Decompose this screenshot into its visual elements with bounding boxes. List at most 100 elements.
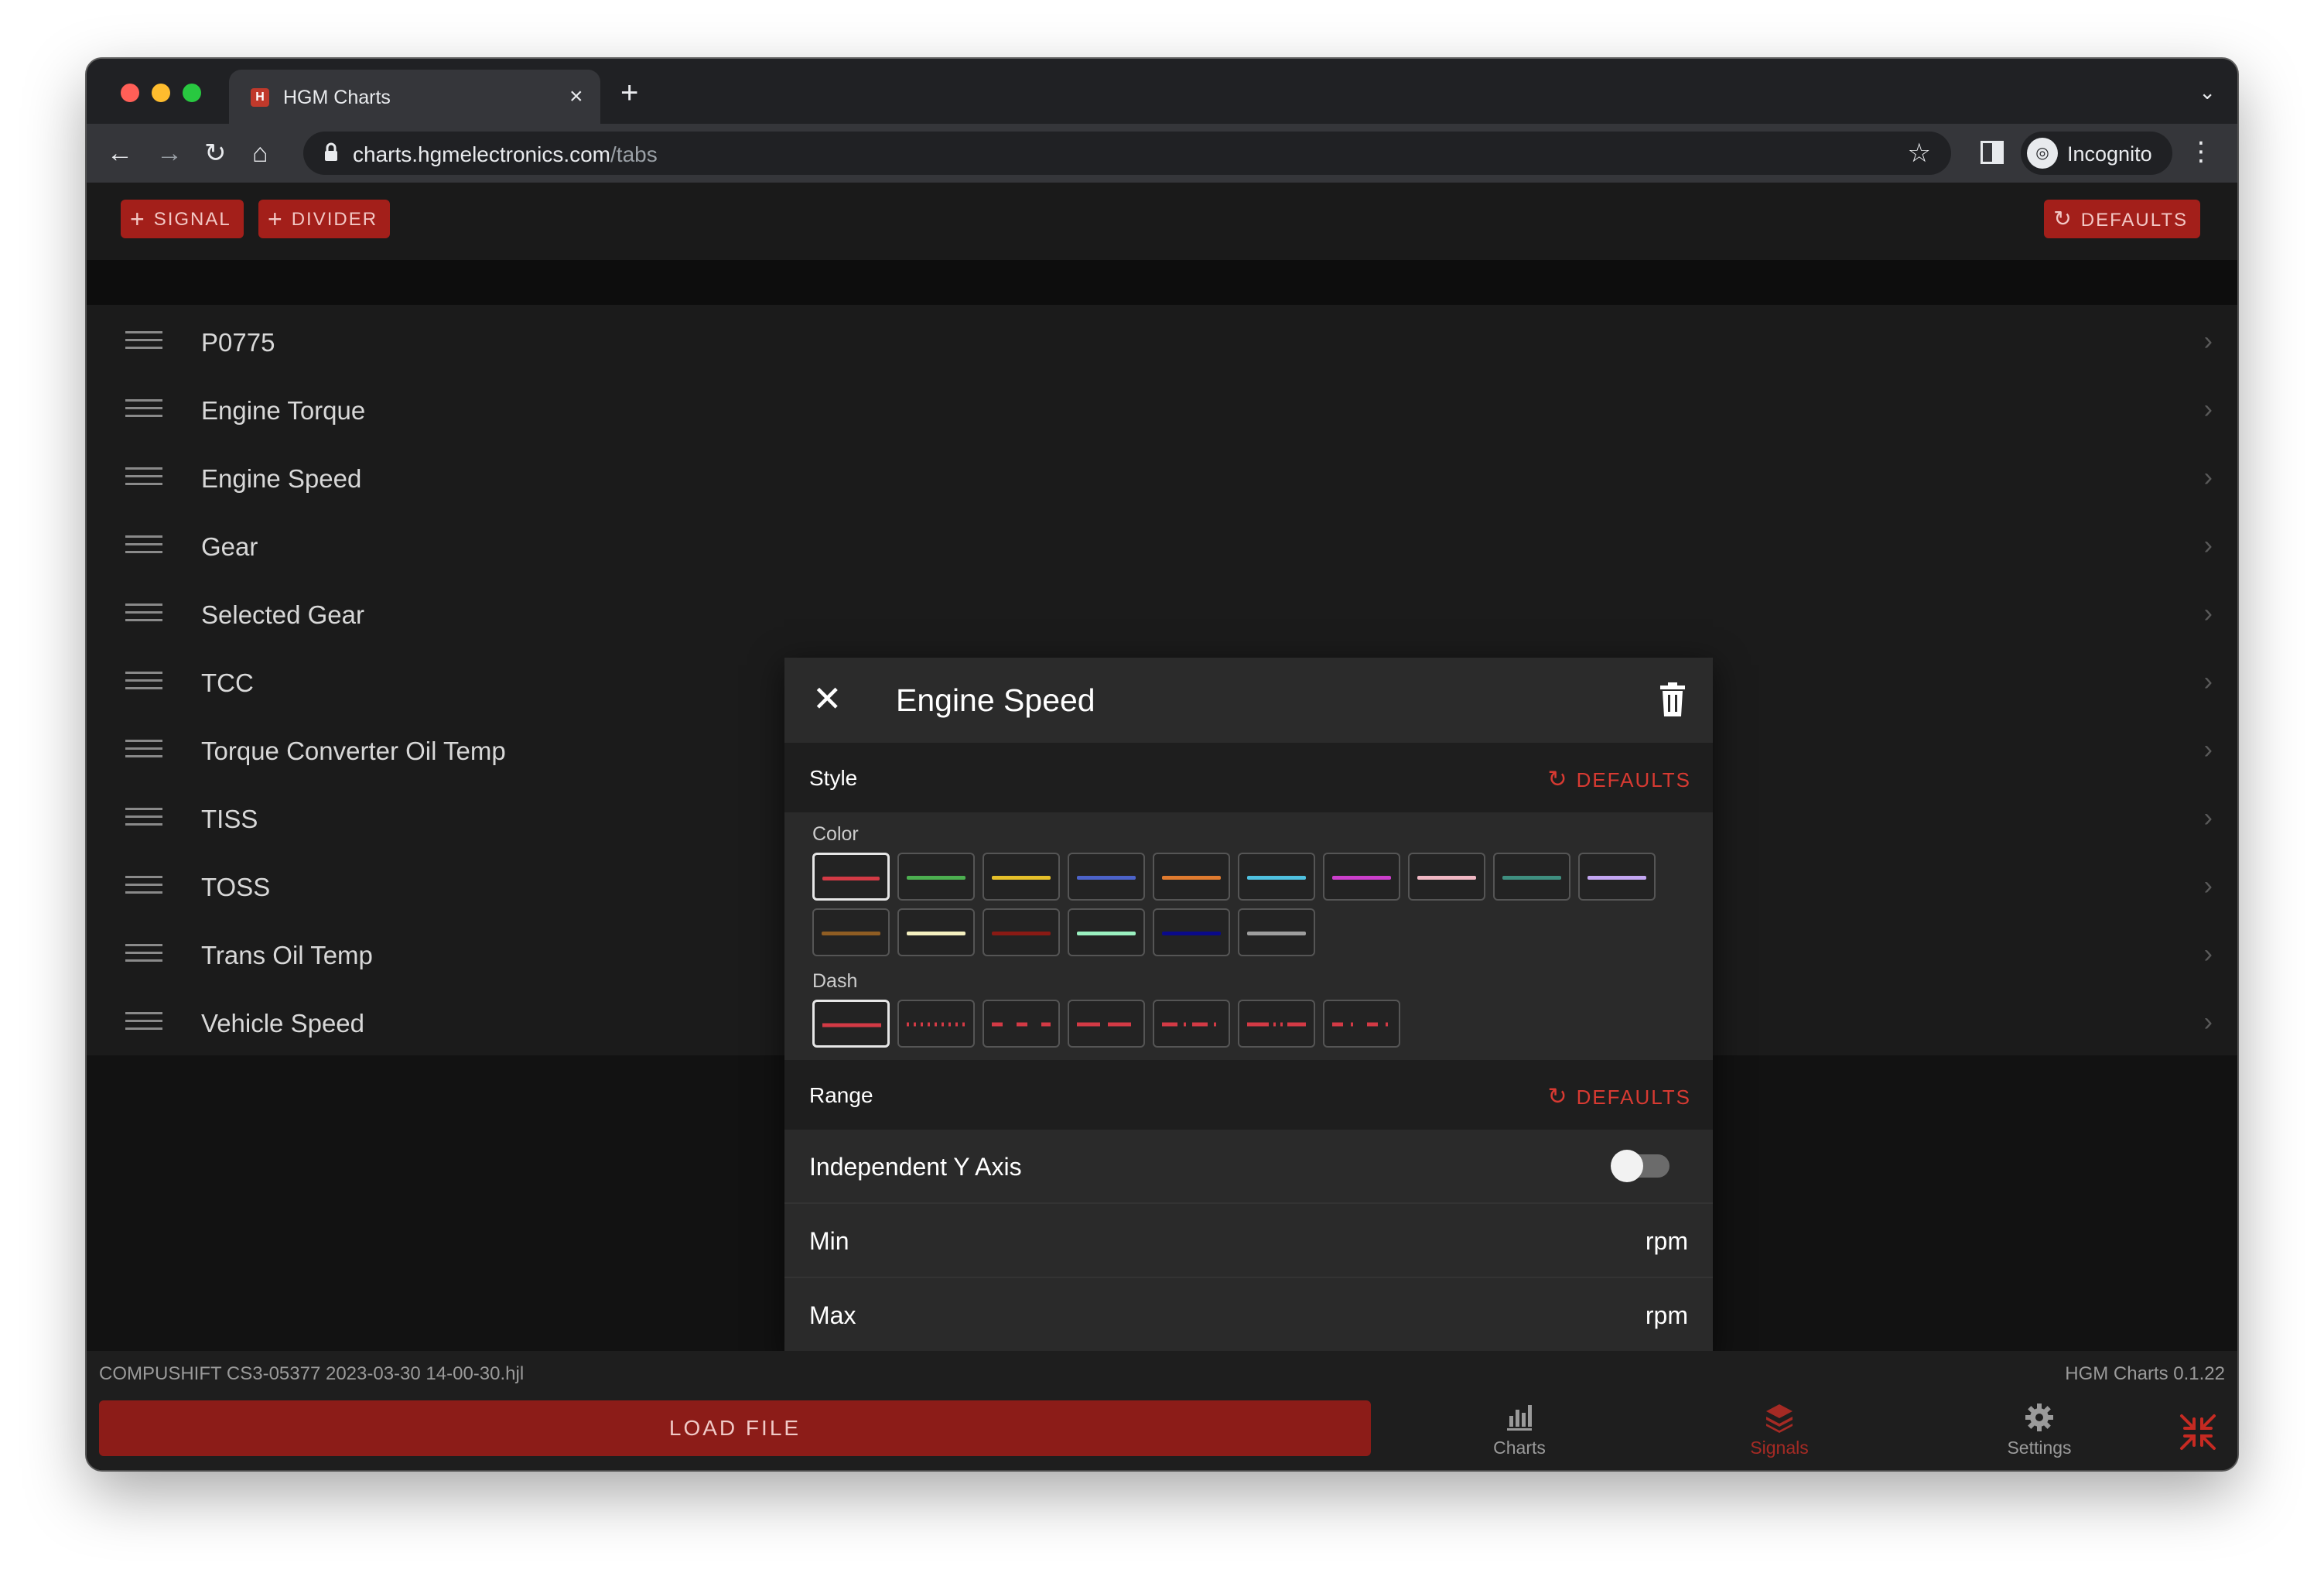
color-swatch[interactable] [1238,908,1315,956]
color-swatch[interactable] [1068,908,1145,956]
drag-handle-icon[interactable] [125,399,162,421]
chevron-right-icon: › [2203,531,2213,560]
add-signal-button[interactable]: + SIGNAL [121,200,244,238]
incognito-badge[interactable]: ◎ Incognito [2021,132,2172,175]
tab-search-chevron-icon[interactable]: ⌄ [2199,80,2216,104]
color-sample-line [1077,932,1136,935]
drag-handle-icon[interactable] [125,467,162,489]
minimize-window-icon[interactable] [152,84,170,102]
load-file-button[interactable]: LOAD FILE [99,1400,1371,1456]
range-section-header: Range ↻ DEFAULTS [784,1060,1713,1130]
color-swatch[interactable] [812,908,890,956]
drag-handle-icon[interactable] [125,1012,162,1034]
maximize-window-icon[interactable] [183,84,201,102]
nav-settings[interactable]: Settings [1970,1402,2109,1458]
color-swatch[interactable] [1323,853,1400,901]
style-defaults-button[interactable]: ↻ DEFAULTS [1547,766,1691,793]
signal-row[interactable]: Selected Gear › [87,580,2237,648]
drag-handle-icon[interactable] [125,740,162,761]
tab-title: HGM Charts [283,87,391,108]
signal-label: TCC [201,668,254,697]
dash-swatch[interactable] [812,1000,890,1048]
new-tab-button[interactable]: + [620,77,638,108]
color-label: Color [812,823,859,845]
color-sample-line [822,932,880,935]
max-unit: rpm [1645,1301,1688,1329]
max-label: Max [809,1301,856,1329]
plus-icon: + [130,205,146,233]
signal-row[interactable]: P0775 › [87,308,2237,376]
forward-arrow-icon[interactable]: → [156,138,183,169]
color-sample-line [1247,876,1306,880]
dash-swatch[interactable] [1238,1000,1315,1048]
bookmark-star-icon[interactable]: ☆ [1908,138,1931,169]
min-unit: rpm [1645,1227,1688,1255]
home-icon[interactable]: ⌂ [252,138,268,169]
drag-handle-icon[interactable] [125,535,162,557]
drag-handle-icon[interactable] [125,808,162,829]
signal-row[interactable]: Engine Torque › [87,376,2237,444]
nav-signals[interactable]: Signals [1710,1402,1849,1458]
trash-icon[interactable] [1660,682,1685,716]
color-swatch[interactable] [1153,908,1230,956]
color-swatch[interactable] [1408,853,1485,901]
signal-row[interactable]: Engine Speed › [87,444,2237,512]
collapse-icon[interactable] [2179,1413,2217,1451]
color-swatch[interactable] [1068,853,1145,901]
drag-handle-icon[interactable] [125,331,162,353]
min-row[interactable]: Min rpm [784,1204,1713,1278]
dash-sample-line [822,1023,881,1027]
color-sample-line [1417,876,1476,880]
color-swatch[interactable] [897,908,975,956]
chevron-right-icon: › [2203,871,2213,901]
dash-sample-line [992,1022,1051,1027]
signal-label: Selected Gear [201,600,364,629]
close-window-icon[interactable] [121,84,139,102]
color-swatch[interactable] [983,853,1060,901]
dash-swatch[interactable] [1323,1000,1400,1048]
dash-swatch[interactable] [983,1000,1060,1048]
color-swatch[interactable] [983,908,1060,956]
dialog-title: Engine Speed [896,682,1095,718]
chevron-right-icon: › [2203,395,2213,424]
dash-swatch[interactable] [1068,1000,1145,1048]
back-arrow-icon[interactable]: ← [107,138,133,169]
side-panel-icon[interactable] [1981,141,2004,164]
signal-row[interactable]: Gear › [87,512,2237,580]
drag-handle-icon[interactable] [125,603,162,625]
drag-handle-icon[interactable] [125,944,162,966]
independent-y-axis-toggle[interactable] [1611,1150,1670,1182]
reload-icon[interactable]: ↻ [204,138,227,169]
independent-y-axis-label: Independent Y Axis [809,1153,1022,1181]
app-version: HGM Charts 0.1.22 [2065,1363,2225,1384]
signal-label: Engine Speed [201,464,362,493]
max-row[interactable]: Max rpm [784,1278,1713,1352]
signal-label: Torque Converter Oil Temp [201,737,506,765]
color-swatch[interactable] [897,853,975,901]
defaults-button[interactable]: ↻ DEFAULTS [2044,200,2200,238]
tab-close-icon[interactable]: × [569,84,583,110]
color-swatch[interactable] [812,853,890,901]
loaded-file-name: COMPUSHIFT CS3-05377 2023-03-30 14-00-30… [99,1363,525,1384]
chevron-right-icon: › [2203,327,2213,356]
drag-handle-icon[interactable] [125,876,162,897]
browser-menu-icon[interactable]: ⋮ [2188,136,2214,167]
close-icon[interactable]: ✕ [812,679,842,718]
color-swatch[interactable] [1238,853,1315,901]
browser-window: H HGM Charts × + ⌄ ← → ↻ ⌂ charts.hgmele… [87,59,2237,1470]
dash-swatch[interactable] [1153,1000,1230,1048]
address-bar[interactable]: charts.hgmelectronics.com/tabs ☆ [303,132,1951,175]
range-defaults-button[interactable]: ↻ DEFAULTS [1547,1083,1691,1110]
browser-tab[interactable]: H HGM Charts × [229,70,600,124]
color-swatch[interactable] [1153,853,1230,901]
independent-y-axis-row: Independent Y Axis [784,1130,1713,1204]
add-divider-button[interactable]: + DIVIDER [258,200,391,238]
dash-swatch[interactable] [897,1000,975,1048]
signal-label: Vehicle Speed [201,1009,365,1038]
nav-charts[interactable]: Charts [1450,1402,1589,1458]
min-label: Min [809,1227,849,1255]
divider-strip [87,260,2237,305]
drag-handle-icon[interactable] [125,672,162,693]
color-swatch[interactable] [1578,853,1656,901]
color-swatch[interactable] [1493,853,1570,901]
